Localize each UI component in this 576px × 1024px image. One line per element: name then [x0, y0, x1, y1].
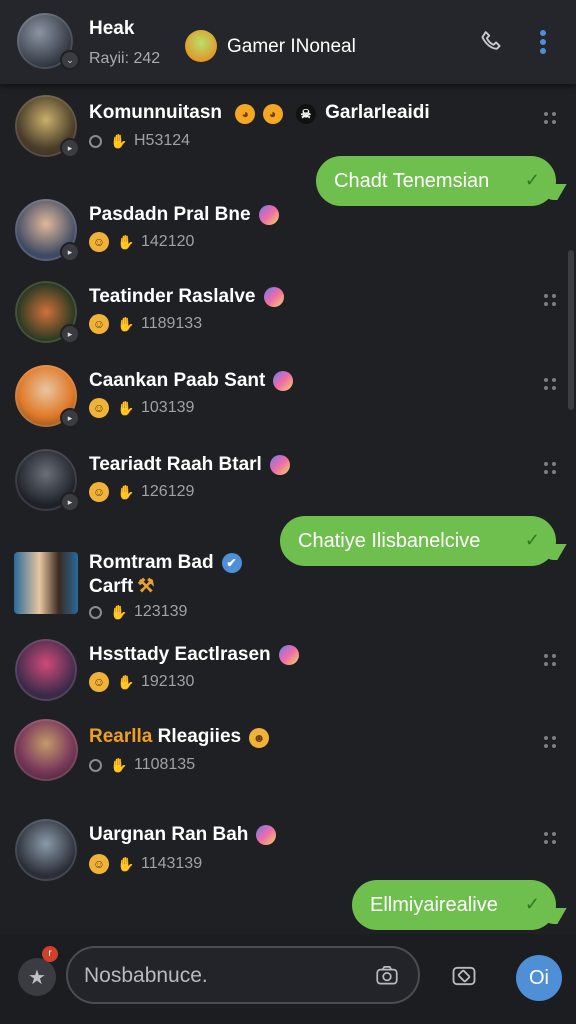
chat-meta: ☺ ✋ 142120 — [89, 232, 194, 252]
chat-meta: ☺ ✋ 1143139 — [89, 854, 202, 874]
hand-icon: ✋ — [117, 400, 135, 416]
chat-meta: ☺ ✋ 192130 — [89, 672, 194, 692]
message-bubble[interactable]: Ellmiyairealive ✓ — [352, 880, 556, 930]
hand-icon: ✋ — [117, 484, 135, 500]
devil-emoji-icon: ◕ — [235, 104, 256, 124]
chat-meta: ✋ 123139 — [89, 603, 187, 621]
chevron-down-icon[interactable]: ▸ — [60, 138, 80, 158]
chat-meta: ☺ ✋ 126129 — [89, 482, 194, 502]
drag-handle-icon[interactable] — [544, 462, 558, 476]
devil-emoji-icon: ◕ — [262, 104, 283, 124]
chat-name: Rearlla Rleagiies ☻ — [89, 726, 270, 748]
notification-badge: r — [42, 946, 58, 962]
group-name[interactable]: Gamer INoneal — [227, 36, 356, 58]
sticker-icon — [258, 204, 279, 225]
hammer-icon: ⚒ — [137, 576, 155, 597]
smile-emoji-icon: ☺ — [89, 314, 109, 334]
star-icon[interactable]: ★ — [18, 958, 56, 996]
smile-emoji-icon: ☻ — [249, 728, 270, 748]
verified-icon: ✔ — [221, 552, 242, 573]
chat-name: Komunnuitasn ◕ ◕ ☠ Garlarleaidi — [89, 102, 430, 124]
chat-item[interactable]: Romtram Bad ✔ Carft ⚒ ✋ 123139 — [0, 550, 576, 630]
chat-avatar — [15, 819, 77, 881]
chat-name-line2: Carft ⚒ — [89, 576, 155, 597]
drag-handle-icon[interactable] — [544, 112, 558, 126]
chevron-down-icon[interactable]: ⌄ — [60, 50, 80, 70]
smile-emoji-icon: ☺ — [89, 482, 109, 502]
status-circle-icon — [89, 134, 102, 148]
drag-handle-icon[interactable] — [544, 294, 558, 308]
chat-meta: ✋ H53124 — [89, 132, 190, 150]
hand-icon: ✋ — [117, 234, 135, 250]
message-input[interactable] — [82, 960, 376, 992]
smile-emoji-icon: ☺ — [89, 854, 109, 874]
chat-name: Caankan Paab Sant — [89, 370, 294, 392]
status-circle-icon — [89, 605, 102, 619]
hand-icon: ✋ — [117, 316, 135, 332]
chat-avatar — [14, 552, 78, 614]
header-subtitle: Rayii: 242 — [89, 50, 161, 67]
scrollbar[interactable] — [568, 250, 574, 410]
chat-item[interactable]: Rearlla Rleagiies ☻ ✋ 1108135 — [0, 718, 576, 788]
chevron-down-icon[interactable]: ▸ — [60, 408, 80, 428]
check-icon: ✓ — [524, 170, 540, 190]
sticker-icon — [278, 644, 299, 665]
sticker-icon — [263, 286, 284, 307]
drag-handle-icon[interactable] — [544, 378, 558, 392]
group-avatar[interactable] — [185, 30, 217, 62]
chat-item[interactable]: ▸ Pasdadn Pral Bne ☺ ✋ 142120 — [0, 196, 576, 266]
message-input-wrapper — [66, 946, 420, 1004]
smile-emoji-icon: ☺ — [89, 672, 109, 692]
chat-item[interactable]: ▸ Teariadt Raah Btarl ☺ ✋ 126129 — [0, 446, 576, 516]
chat-name: Pasdadn Pral Bne — [89, 204, 279, 226]
chevron-down-icon[interactable]: ▸ — [60, 492, 80, 512]
check-icon: ✓ — [524, 530, 540, 550]
sticker-icon — [256, 824, 277, 845]
chat-item[interactable]: ▸ Teatinder Raslalve ☺ ✋ 1189133 — [0, 278, 576, 348]
phone-icon[interactable] — [478, 28, 506, 56]
chat-name: Romtram Bad ✔ — [89, 552, 242, 574]
camera-icon[interactable] — [374, 962, 400, 988]
app-header: ⌄ Heak Rayii: 242 Gamer INoneal — [0, 0, 576, 84]
hand-icon: ✋ — [117, 856, 135, 872]
sticker-icon — [273, 370, 294, 391]
skull-emoji-icon: ☠ — [295, 104, 316, 124]
smile-emoji-icon: ☺ — [89, 398, 109, 418]
chat-meta: ☺ ✋ 1189133 — [89, 314, 202, 334]
chat-item[interactable]: Uargnan Ran Bah ☺ ✋ 1143139 — [0, 816, 576, 886]
chat-name: Teariadt Raah Btarl — [89, 454, 290, 476]
chat-meta: ☺ ✋ 103139 — [89, 398, 194, 418]
more-options-icon[interactable] — [538, 30, 548, 56]
chat-name: Hssttady Eactlrasen — [89, 644, 299, 666]
smile-emoji-icon: ☺ — [89, 232, 109, 252]
check-icon: ✓ — [524, 894, 540, 914]
chat-item[interactable]: Hssttady Eactlrasen ☺ ✋ 192130 — [0, 636, 576, 706]
chevron-down-icon[interactable]: ▸ — [60, 324, 80, 344]
gallery-icon[interactable] — [450, 962, 478, 990]
chat-avatar — [14, 719, 78, 781]
chat-item[interactable]: ▸ Komunnuitasn ◕ ◕ ☠ Garlarleaidi ✋ H5312… — [0, 92, 576, 162]
chat-name: Uargnan Ran Bah — [89, 824, 277, 846]
send-button[interactable]: Oi — [516, 955, 562, 1001]
chat-meta: ✋ 1108135 — [89, 756, 195, 774]
hand-icon: ✋ — [110, 604, 128, 620]
chevron-down-icon[interactable]: ▸ — [60, 242, 80, 262]
chat-item[interactable]: ▸ Caankan Paab Sant ☺ ✋ 103139 — [0, 362, 576, 432]
sticker-icon — [269, 454, 290, 475]
chat-name: Teatinder Raslalve — [89, 286, 284, 308]
chat-avatar — [15, 639, 77, 701]
hand-icon: ✋ — [110, 757, 128, 773]
hand-icon: ✋ — [110, 133, 128, 149]
drag-handle-icon[interactable] — [544, 654, 558, 668]
status-circle-icon — [89, 758, 102, 772]
hand-icon: ✋ — [117, 674, 135, 690]
header-name: Heak — [89, 18, 135, 39]
drag-handle-icon[interactable] — [544, 736, 558, 750]
drag-handle-icon[interactable] — [544, 832, 558, 846]
